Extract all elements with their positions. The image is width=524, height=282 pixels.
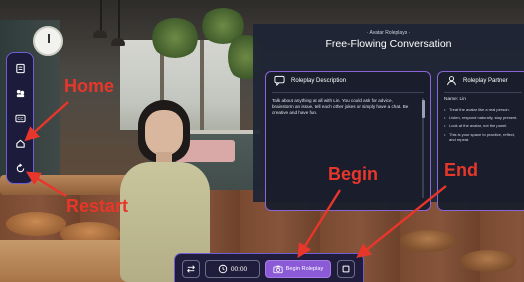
session-timer: 00:00: [205, 260, 260, 278]
pendant-cord: [100, 0, 102, 30]
list-item: This is your space to practice, reflect,…: [444, 132, 520, 142]
swap-arrows-icon: [187, 265, 195, 273]
camera-icon: [273, 265, 283, 274]
begin-roleplay-label: Begin Roleplay: [285, 266, 324, 272]
stool: [460, 250, 516, 272]
avatar-face: [145, 110, 183, 156]
panel-title: Free-Flowing Conversation: [325, 38, 452, 50]
stop-square-icon: [342, 265, 350, 273]
card-header: Roleplay Description: [266, 72, 430, 89]
divider: [272, 92, 424, 93]
end-annotation: End: [444, 160, 478, 180]
roleplay-panel: · Avatar Roleplays · Free-Flowing Conver…: [253, 24, 524, 211]
roleplay-partner-card: Roleplay Partner Name: Lin Treat the ava…: [437, 71, 524, 211]
clock-icon: [218, 264, 228, 274]
home-annotation: Home: [64, 76, 115, 96]
swap-button[interactable]: [182, 260, 200, 278]
begin-roleplay-button[interactable]: Begin Roleplay: [265, 260, 331, 278]
svg-text:CC: CC: [18, 116, 24, 121]
sidebar-item-notes[interactable]: [12, 60, 29, 77]
stool: [6, 212, 66, 236]
chat-bubble-icon: [274, 75, 285, 86]
sidebar-item-home[interactable]: [12, 135, 29, 152]
list-item: Listen, respond naturally, stay present.: [444, 115, 520, 120]
person-icon: [447, 76, 456, 86]
list-item: Treat the avatar like a real person.: [444, 107, 520, 112]
sidebar-item-scene[interactable]: [12, 85, 29, 102]
list-item: Look at the avatar, not the panel.: [444, 123, 520, 128]
notes-icon: [16, 63, 25, 74]
card-title: Roleplay Partner: [463, 77, 508, 84]
captions-icon: CC: [15, 114, 26, 123]
divider: [444, 92, 522, 93]
partner-tips-list: Treat the avatar like a real person. Lis…: [444, 107, 520, 145]
home-icon: [16, 139, 25, 148]
restart-annotation: Restart: [66, 196, 129, 216]
left-sidebar: CC: [6, 52, 34, 184]
end-roleplay-button[interactable]: [337, 260, 355, 278]
scrollbar-thumb[interactable]: [421, 100, 425, 118]
sidebar-item-cc[interactable]: CC: [12, 110, 29, 127]
card-title: Roleplay Description: [291, 77, 347, 84]
panel-subtitle: · Avatar Roleplays ·: [366, 30, 411, 36]
begin-annotation: Begin: [328, 164, 379, 184]
bottom-control-bar: 00:00 Begin Roleplay: [174, 253, 364, 282]
restart-icon: [16, 163, 25, 173]
timer-value: 00:00: [230, 265, 248, 273]
roleplay-description-text: Talk about anything at all with Lin. You…: [272, 98, 409, 116]
scene-icon: [16, 89, 25, 98]
sidebar-item-restart[interactable]: [12, 160, 29, 177]
pendant-lamp: [93, 30, 107, 38]
partner-name: Name: Lin: [444, 97, 466, 102]
pendant-cord: [118, 0, 120, 38]
hanging-plant: [150, 18, 200, 58]
roleplay-description-card: Roleplay Description Talk about anything…: [265, 71, 431, 211]
stool: [400, 230, 456, 252]
pendant-lamp: [111, 38, 125, 46]
wall-clock: [33, 26, 63, 56]
card-header: Roleplay Partner: [438, 72, 524, 89]
